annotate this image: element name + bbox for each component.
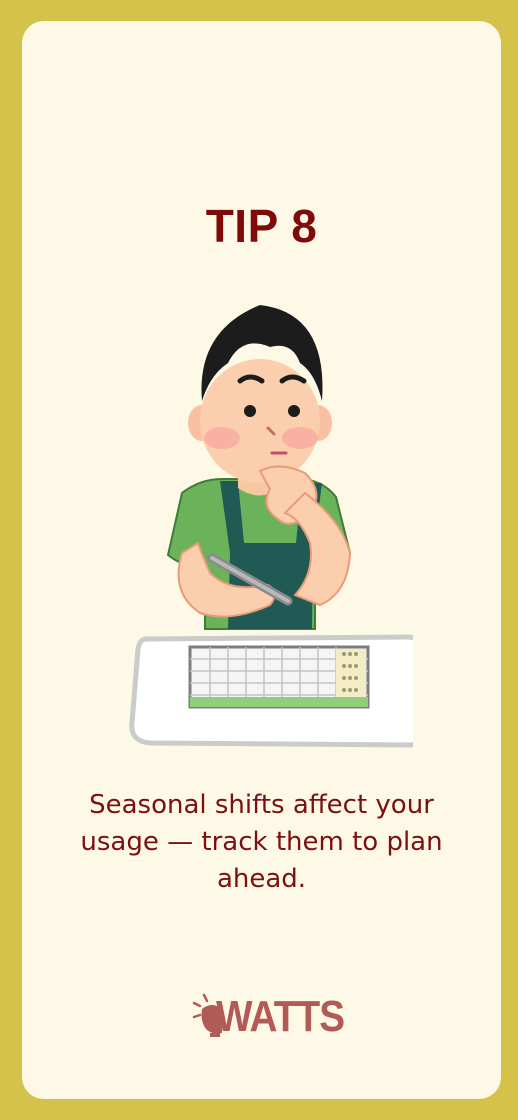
brand-name: WATTS — [216, 992, 345, 1041]
tip-card: TIP 8 Seasonal shifts affect your usage … — [22, 21, 501, 1099]
man-thinking-illustration — [129, 305, 413, 748]
calendar-icon — [129, 634, 413, 748]
watts-logo: WATTS — [192, 989, 345, 1045]
tip-title: TIP 8 — [205, 200, 318, 252]
tip-caption: Seasonal shifts affect your usage — trac… — [80, 790, 443, 894]
